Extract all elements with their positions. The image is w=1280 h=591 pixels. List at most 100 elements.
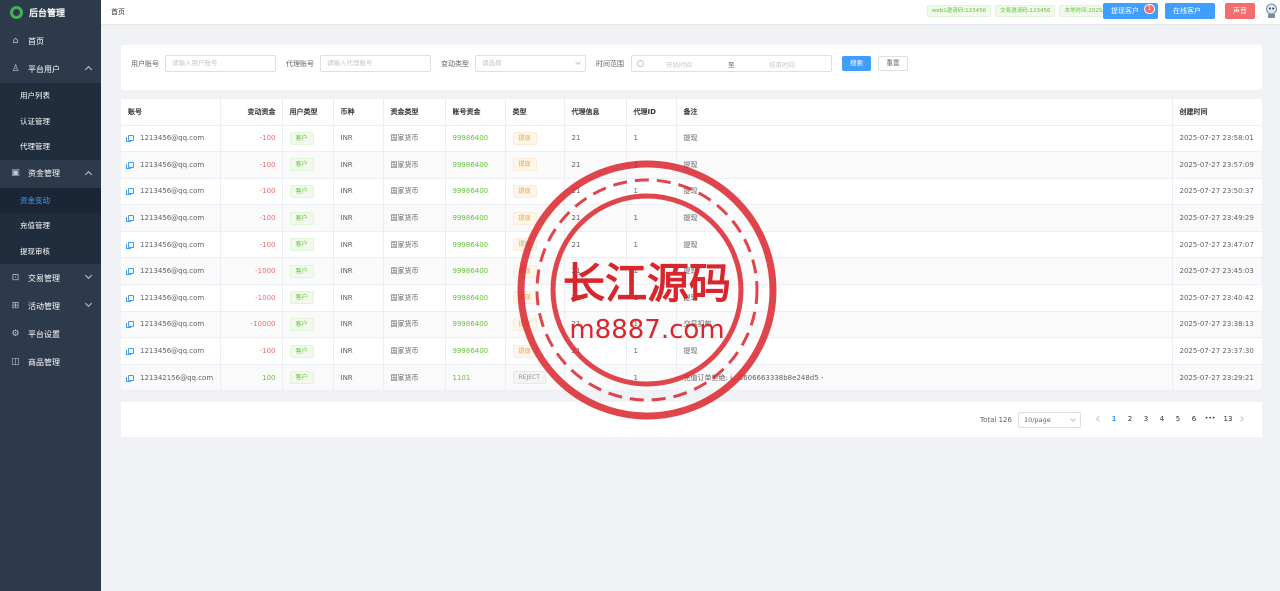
page-3[interactable]: 3 [1140, 415, 1152, 423]
cell-change: -100 [220, 151, 283, 179]
start-time-input[interactable]: 开始时间 [666, 59, 692, 69]
change-type-select[interactable]: 请选择 [475, 55, 586, 72]
sidebar-item-activities[interactable]: ⊞ 活动管理 [0, 292, 101, 320]
table-row[interactable]: 1213456@qq.com -100 客户 INR 国家货币 99986400 提现 21 1… [121, 178, 1263, 206]
page-4[interactable]: 4 [1156, 415, 1168, 423]
copy-icon[interactable] [126, 161, 134, 169]
table-row[interactable]: 1213456@qq.com -1000 客户 INR 国家货币 99986400 提现 21… [121, 257, 1263, 286]
page-ellipsis[interactable]: ••• [1204, 415, 1216, 422]
sidebar-item-funds[interactable]: ▣ 资金管理 [0, 160, 101, 188]
page-5[interactable]: 5 [1172, 415, 1184, 423]
col-remark: 备注 [676, 99, 1173, 126]
user-icon: ♙ [11, 63, 20, 74]
table-row[interactable]: 1213456@qq.com -1000 客户 INR 国家货币 99986400 提现 21… [121, 284, 1263, 312]
sidebar-item-settings[interactable]: ⚙ 平台设置 [0, 320, 101, 348]
cell-type: REJECT [505, 364, 565, 392]
account-text: 1213456@qq.com [140, 240, 205, 249]
page-13[interactable]: 13 [1220, 415, 1236, 423]
cell-user-type: 客户 [282, 364, 334, 392]
copy-icon[interactable] [126, 348, 134, 356]
cell-account: 121342156@qq.com [121, 364, 221, 392]
cell-agent-id: 1 [626, 204, 677, 232]
cell-agent-id: 1 [626, 337, 677, 365]
cell-currency: INR [333, 125, 384, 153]
cell-type: 提现 [505, 257, 565, 286]
sidebar-item-verification[interactable]: 认证管理 [0, 108, 101, 134]
cell-account: 1213456@qq.com [121, 231, 221, 259]
sidebar-item-label: 首页 [28, 36, 44, 46]
user-type-tag: 客户 [289, 238, 314, 252]
cell-fund-type: 国家货币 [383, 204, 446, 232]
cell-account: 1213456@qq.com [121, 284, 221, 312]
withdraw-customer-button[interactable]: 提现客户 1 [1103, 3, 1158, 19]
search-button[interactable]: 搜索 [842, 56, 871, 71]
copy-icon[interactable] [126, 215, 134, 223]
copy-icon[interactable] [126, 374, 134, 382]
range-separator: 至 [728, 61, 735, 69]
agent-account-input[interactable]: 请输入代理账号 [320, 55, 431, 72]
bag-icon: ◫ [11, 356, 20, 367]
sidebar-item-user-list[interactable]: 用户列表 [0, 83, 101, 109]
user-type-tag: 客户 [289, 264, 314, 278]
sound-button[interactable]: 声音 [1225, 3, 1255, 19]
sidebar-item-agents[interactable]: 代理管理 [0, 134, 101, 160]
cell-account: 1213456@qq.com [121, 337, 221, 365]
sidebar-item-products[interactable]: ◫ 商品管理 [0, 348, 101, 376]
cell-agent-id: 1 [626, 284, 677, 312]
next-page-icon[interactable] [1238, 416, 1244, 422]
cell-currency: INR [333, 178, 384, 206]
date-range-picker[interactable]: 开始时间 至 结束时间 [631, 55, 832, 72]
sidebar-item-fund-changes[interactable]: 资金变动 [0, 187, 101, 213]
copy-icon[interactable] [126, 135, 134, 143]
page-2[interactable]: 2 [1124, 415, 1136, 423]
sidebar-item-withdraw-review[interactable]: 提现审核 [0, 238, 101, 264]
cell-agent: 21 [564, 231, 627, 259]
cell-account: 1213456@qq.com [121, 151, 221, 179]
cell-fund-type: 国家货币 [383, 311, 446, 339]
prev-page-icon[interactable] [1096, 416, 1102, 422]
cell-change: -1000 [220, 257, 283, 286]
avatar[interactable] [1266, 3, 1277, 19]
cell-fund-type: 国家货币 [383, 178, 446, 206]
end-time-input[interactable]: 结束时间 [769, 59, 795, 69]
table-row[interactable]: 1213456@qq.com -100 客户 INR 国家货币 99986400 提现 21 1… [121, 337, 1263, 365]
cell-type: 提现 [505, 337, 565, 365]
page-6[interactable]: 6 [1188, 415, 1200, 423]
notification-badge: 1 [1144, 4, 1155, 14]
cell-created: 2025-07-27 23:40:42 [1172, 284, 1263, 312]
cell-agent-id: 1 [626, 151, 677, 179]
table-row[interactable]: 1213456@qq.com -10000 客户 INR 国家货币 99986400 提现 2… [121, 311, 1263, 339]
sidebar-item-recharge[interactable]: 充值管理 [0, 213, 101, 239]
breadcrumb[interactable]: 首页 [111, 7, 125, 17]
table-header-row: 账号 变动资金 用户类型 币种 资金类型 账号资金 类型 代理信息 代理ID 备… [121, 99, 1263, 126]
cell-balance: 99986400 [445, 178, 506, 206]
table-row[interactable]: 1213456@qq.com -100 客户 INR 国家货币 99986400 提现 21 1… [121, 204, 1263, 232]
copy-icon[interactable] [126, 268, 134, 276]
page-size-select[interactable]: 10/page [1018, 412, 1081, 428]
cell-user-type: 客户 [282, 151, 334, 179]
copy-icon[interactable] [126, 188, 134, 196]
chevron-up-icon [84, 170, 93, 178]
copy-icon[interactable] [126, 241, 134, 249]
cell-balance: 99986400 [445, 257, 506, 286]
col-agent-id: 代理ID [626, 99, 677, 126]
table-row[interactable]: 121342156@qq.com 100 客户 INR 国家货币 1101 REJECT 1 充… [121, 364, 1263, 392]
table-row[interactable]: 1213456@qq.com -100 客户 INR 国家货币 99986400 提现 21 1… [121, 125, 1263, 153]
copy-icon[interactable] [126, 294, 134, 302]
sidebar-item-label: 商品管理 [28, 357, 60, 367]
sidebar-item-home[interactable]: ⌂ 首页 [0, 27, 101, 55]
sidebar-item-trades[interactable]: ⊡ 交易管理 [0, 264, 101, 292]
page-1[interactable]: 1 [1108, 415, 1120, 423]
cell-balance: 1101 [445, 364, 506, 392]
copy-icon[interactable] [126, 321, 134, 329]
sidebar-item-platform-users[interactable]: ♙ 平台用户 [0, 55, 101, 83]
cell-agent: 21 [564, 284, 627, 312]
table-row[interactable]: 1213456@qq.com -100 客户 INR 国家货币 99986400 提现 21 1… [121, 151, 1263, 179]
cell-agent-id: 1 [626, 231, 677, 259]
cell-currency: INR [333, 337, 384, 365]
reset-button[interactable]: 重置 [878, 56, 908, 71]
table-row[interactable]: 1213456@qq.com -100 客户 INR 国家货币 99986400 提现 21 1… [121, 231, 1263, 259]
cell-agent: 21 [564, 257, 627, 286]
user-account-input[interactable]: 请输入用户账号 [165, 55, 276, 72]
online-customer-button[interactable]: 在线客户 [1165, 3, 1215, 19]
